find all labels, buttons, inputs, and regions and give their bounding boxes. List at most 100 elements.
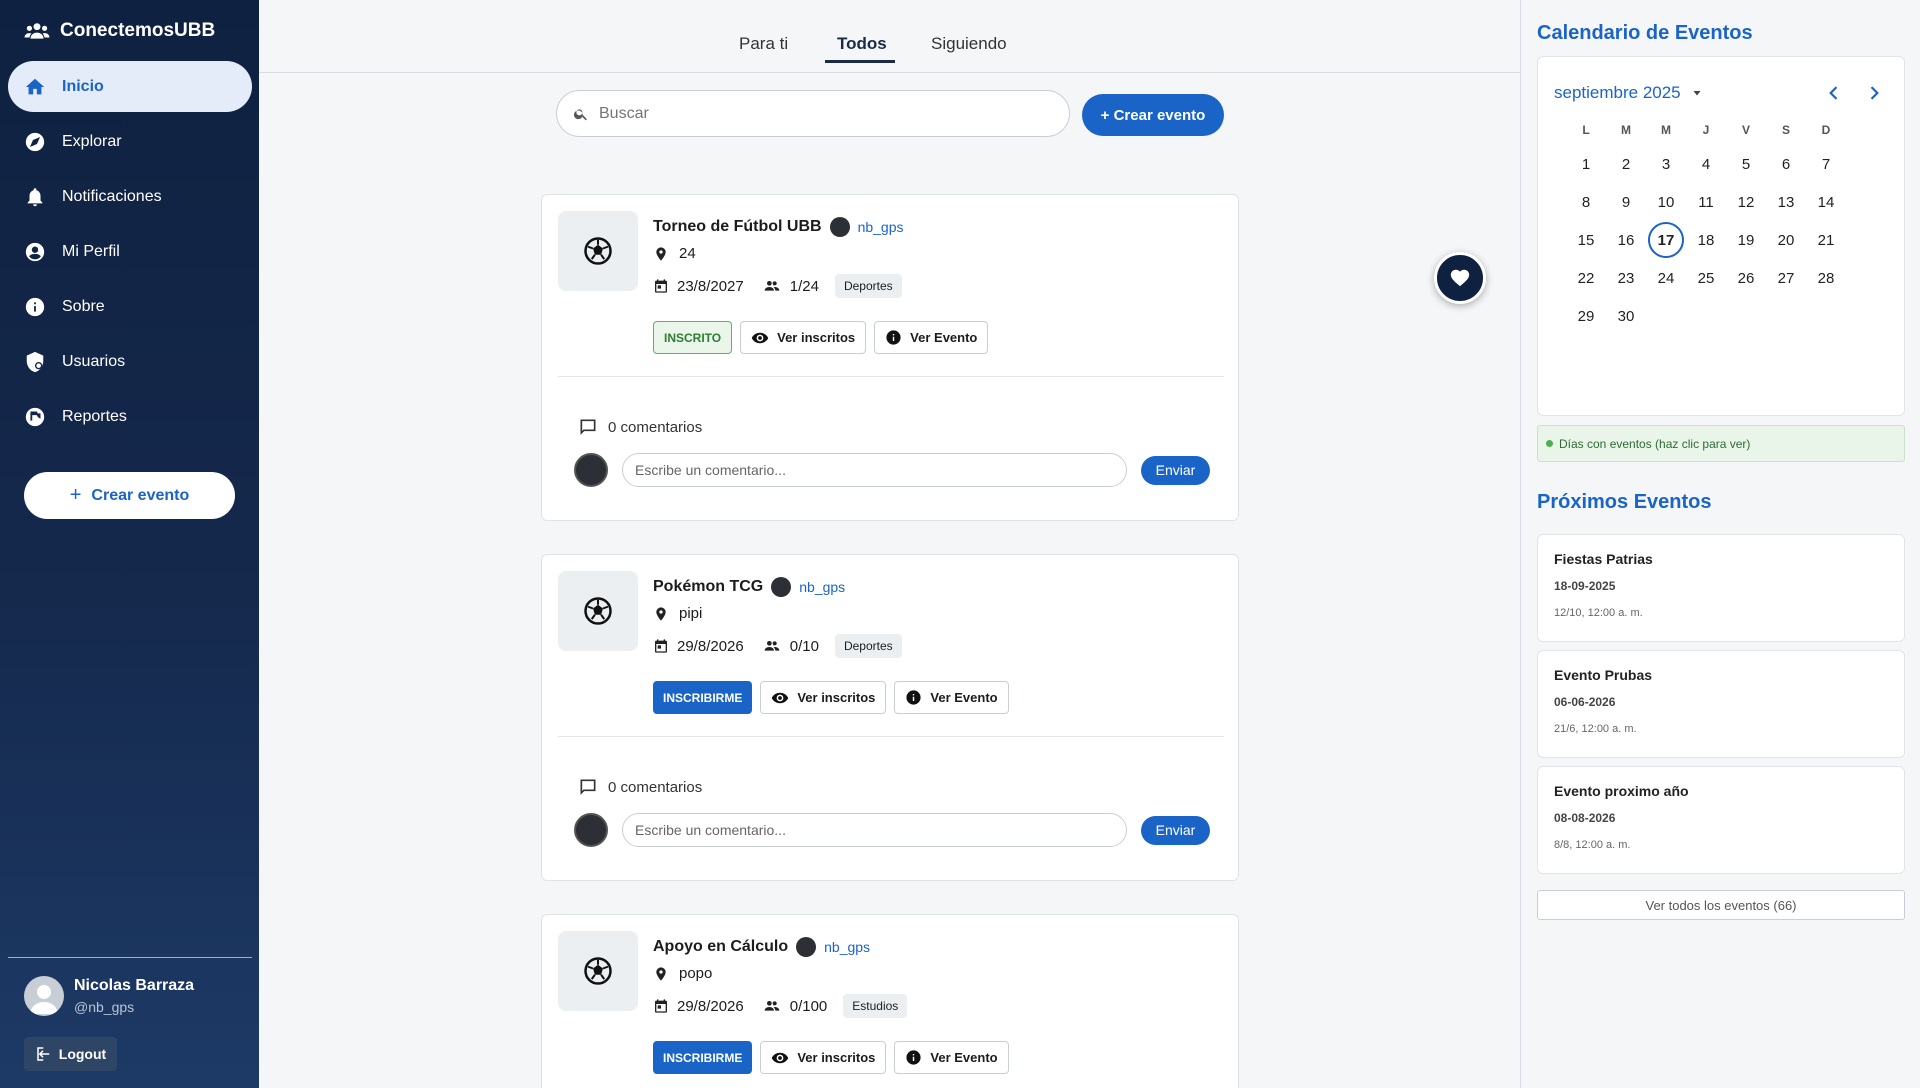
calendar-day[interactable]: 12 xyxy=(1726,183,1766,221)
calendar-day[interactable]: 18 xyxy=(1686,221,1726,259)
tab-siguiendo[interactable]: Siguiendo xyxy=(931,34,1007,54)
user-name: Nicolas Barraza xyxy=(74,977,195,994)
sidebar-item-label: Usuarios xyxy=(62,352,126,370)
join-event-button[interactable]: INSCRIBIRME xyxy=(653,1041,753,1074)
event-category-tag: Estudios xyxy=(843,994,908,1018)
card-divider xyxy=(558,736,1224,737)
upcoming-event-card[interactable]: Fiestas Patrias 18-09-2025 12/10, 12:00 … xyxy=(1537,534,1905,642)
chevron-right-icon xyxy=(1870,86,1879,100)
comment-icon xyxy=(580,779,596,795)
upcoming-event-card[interactable]: Evento proximo año 08-08-2026 8/8, 12:00… xyxy=(1537,766,1905,874)
next-month-button[interactable] xyxy=(1864,83,1884,109)
sidebar-item-reportes[interactable]: Reportes xyxy=(8,391,252,442)
event-title[interactable]: Pokémon TCG xyxy=(653,578,763,596)
calendar-day-number: 24 xyxy=(1657,269,1675,287)
calendar-day[interactable]: 3 xyxy=(1646,145,1686,183)
calendar-day[interactable]: 9 xyxy=(1606,183,1646,221)
author-link[interactable]: nb_gps xyxy=(858,219,904,235)
view-enrolled-button[interactable]: Ver inscritos xyxy=(760,681,887,714)
event-meta: 23/8/2027 1/24 Deportes xyxy=(653,274,902,298)
comment-input[interactable]: Escribe un comentario... xyxy=(622,813,1127,847)
tab-todos[interactable]: Todos xyxy=(837,34,887,54)
calendar-day[interactable]: 10 xyxy=(1646,183,1686,221)
view-event-button[interactable]: Ver Evento xyxy=(894,681,1009,714)
brand[interactable]: ConectemosUBB xyxy=(24,18,215,44)
calendar-day[interactable]: 1 xyxy=(1566,145,1606,183)
logout-button[interactable]: Logout xyxy=(24,1037,117,1071)
upcoming-event-card[interactable]: Evento Prubas 06-06-2026 21/6, 12:00 a. … xyxy=(1537,650,1905,758)
calendar-day[interactable]: 4 xyxy=(1686,145,1726,183)
sidebar-item-notificaciones[interactable]: Notificaciones xyxy=(8,171,252,222)
sidebar-item-usuarios[interactable]: Usuarios xyxy=(8,336,252,387)
upcoming-event-name: Fiestas Patrias xyxy=(1554,551,1653,567)
home-icon xyxy=(25,78,45,94)
calendar-day-number: 1 xyxy=(1581,155,1591,173)
view-all-events-button[interactable]: Ver todos los eventos (66) xyxy=(1537,890,1905,920)
upcoming-event-date: 18-09-2025 xyxy=(1554,579,1616,593)
calendar-day[interactable]: 21 xyxy=(1806,221,1846,259)
comment-input[interactable]: Escribe un comentario... xyxy=(622,453,1127,487)
calendar-day[interactable]: 29 xyxy=(1566,297,1606,335)
comments-count[interactable]: 0 comentarios xyxy=(578,417,702,437)
tab-para-ti[interactable]: Para ti xyxy=(739,34,788,54)
calendar-day[interactable]: 7 xyxy=(1806,145,1846,183)
calendar-day[interactable]: 25 xyxy=(1686,259,1726,297)
join-event-button[interactable]: INSCRIBIRME xyxy=(653,681,753,714)
favorites-fab[interactable] xyxy=(1434,252,1486,304)
calendar-day[interactable]: 24 xyxy=(1646,259,1686,297)
event-capacity: 0/10 xyxy=(789,637,819,655)
calendar-day[interactable]: 2 xyxy=(1606,145,1646,183)
calendar-day[interactable]: 6 xyxy=(1766,145,1806,183)
view-event-button[interactable]: Ver Evento xyxy=(874,321,989,354)
event-title-row: Torneo de Fútbol UBB nb_gps xyxy=(653,217,904,237)
search-bar[interactable] xyxy=(556,90,1070,137)
calendar-day[interactable]: 11 xyxy=(1686,183,1726,221)
calendar-day[interactable]: 28 xyxy=(1806,259,1846,297)
event-title[interactable]: Apoyo en Cálculo xyxy=(653,938,788,956)
search-input[interactable] xyxy=(599,104,1039,123)
calendar-day-number: 16 xyxy=(1617,231,1635,249)
send-comment-button[interactable]: Enviar xyxy=(1141,815,1210,845)
view-event-button[interactable]: Ver Evento xyxy=(894,1041,1009,1074)
calendar-day[interactable]: 8 xyxy=(1566,183,1606,221)
sidebar-item-mi-perfil[interactable]: Mi Perfil xyxy=(8,226,252,277)
calendar-day[interactable]: 23 xyxy=(1606,259,1646,297)
calendar-day[interactable]: 5 xyxy=(1726,145,1766,183)
soccer-ball-icon xyxy=(584,957,612,985)
legend-text: Días con eventos (haz clic para ver) xyxy=(1559,436,1751,451)
weekday-header: V xyxy=(1741,123,1750,137)
month-label: septiembre 2025 xyxy=(1554,83,1681,102)
calendar-day-today[interactable]: 17 xyxy=(1646,221,1686,259)
calendar-day[interactable]: 26 xyxy=(1726,259,1766,297)
calendar-day[interactable]: 16 xyxy=(1606,221,1646,259)
month-selector[interactable]: septiembre 2025 xyxy=(1554,83,1703,103)
author-link[interactable]: nb_gps xyxy=(824,939,870,955)
calendar-day[interactable]: 13 xyxy=(1766,183,1806,221)
comments-count[interactable]: 0 comentarios xyxy=(578,777,702,797)
calendar-day[interactable]: 15 xyxy=(1566,221,1606,259)
calendar-day[interactable]: 27 xyxy=(1766,259,1806,297)
author-link[interactable]: nb_gps xyxy=(799,579,845,595)
sidebar-item-label: Mi Perfil xyxy=(62,242,120,260)
event-title[interactable]: Torneo de Fútbol UBB xyxy=(653,218,822,236)
sidebar-item-explorar[interactable]: Explorar xyxy=(8,116,252,167)
calendar-day[interactable]: 30 xyxy=(1606,297,1646,335)
view-enrolled-button[interactable]: Ver inscritos xyxy=(760,1041,887,1074)
prev-month-button[interactable] xyxy=(1824,83,1844,109)
event-thumbnail xyxy=(558,211,638,291)
send-comment-button[interactable]: Enviar xyxy=(1141,455,1210,485)
calendar-day[interactable]: 19 xyxy=(1726,221,1766,259)
event-card: Apoyo en Cálculo nb_gps popo 29/8/2026 0… xyxy=(541,914,1239,1088)
sidebar-divider xyxy=(8,957,252,958)
view-enrolled-button[interactable]: Ver inscritos xyxy=(740,321,867,354)
sidebar-item-sobre[interactable]: Sobre xyxy=(8,281,252,332)
user-summary[interactable]: Nicolas Barraza @nb_gps xyxy=(24,976,194,1016)
create-event-button-sidebar[interactable]: + Crear evento xyxy=(24,472,235,519)
calendar-day-number: 12 xyxy=(1737,193,1755,211)
calendar-day[interactable]: 20 xyxy=(1766,221,1806,259)
sidebar-item-inicio[interactable]: Inicio xyxy=(8,61,252,112)
create-event-button[interactable]: + Crear evento xyxy=(1082,94,1224,136)
enrolled-status-button[interactable]: INSCRITO xyxy=(653,321,733,354)
calendar-day[interactable]: 22 xyxy=(1566,259,1606,297)
calendar-day[interactable]: 14 xyxy=(1806,183,1846,221)
